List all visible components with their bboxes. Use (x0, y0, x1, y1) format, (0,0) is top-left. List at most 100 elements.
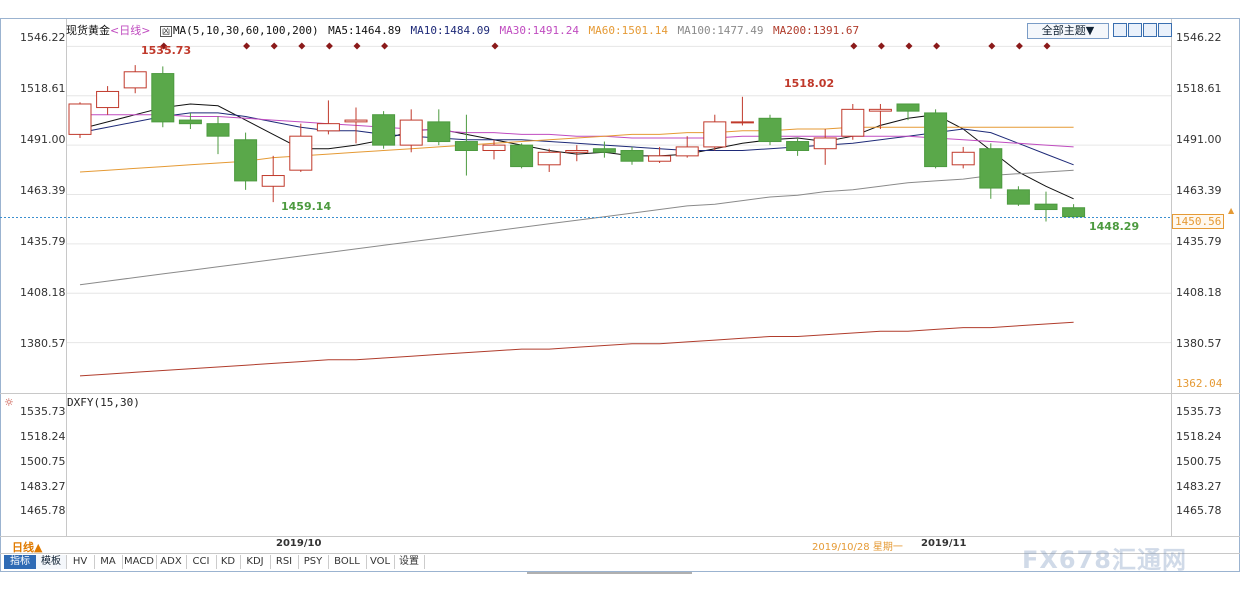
indicator-tab[interactable]: VOL (366, 555, 395, 569)
candle-body (234, 139, 258, 182)
y-tick-left: 1518.61 (20, 82, 66, 95)
sub-y-tick-right: 1518.24 (1176, 430, 1222, 443)
y-tick-right: 1518.61 (1176, 82, 1222, 95)
candle-body (675, 146, 699, 157)
peak-annotation: 1518.02 (784, 77, 835, 90)
indicator-tab[interactable]: BOLL (328, 555, 367, 569)
event-marker (353, 42, 361, 50)
low2-annotation: 1448.29 (1089, 220, 1140, 233)
chart-border (0, 18, 1240, 572)
indicator-tab[interactable]: 指标 (4, 555, 37, 569)
ma-line-ma200 (79, 321, 1074, 377)
candle-body (151, 73, 175, 123)
candle-body (482, 144, 506, 151)
candle-body (289, 135, 313, 171)
indicator-tab[interactable]: HV (66, 555, 95, 569)
indicator-tab[interactable]: MACD (122, 555, 157, 569)
event-marker (988, 42, 996, 50)
candle-body (703, 121, 727, 148)
crosshair-icon[interactable] (1113, 23, 1127, 37)
indicator-tab[interactable]: 模板 (36, 555, 67, 569)
candle-body (813, 137, 837, 150)
candle-body (261, 175, 285, 187)
candle-body (316, 123, 340, 132)
candle-body (206, 123, 230, 137)
indicator-tab[interactable]: ADX (156, 555, 187, 569)
sub-y-tick-right: 1500.75 (1176, 455, 1222, 468)
candle-body (454, 141, 478, 151)
event-marker (491, 42, 499, 50)
period-tag[interactable]: <日线> (110, 24, 150, 37)
watermark: FX678汇通网 (1022, 546, 1187, 574)
y-tick-right: 1380.57 (1176, 337, 1222, 350)
candle-body (427, 121, 451, 143)
indicator-tab[interactable]: CCI (186, 555, 217, 569)
indicator-tab[interactable]: RSI (270, 555, 299, 569)
candle-body (592, 148, 616, 153)
ma-toggle-icon[interactable]: 凶 (159, 26, 172, 37)
event-marker (325, 42, 333, 50)
candle-body (510, 144, 534, 168)
indicator-tab[interactable]: 设置 (394, 555, 425, 569)
ma-line-ma100 (79, 169, 1074, 286)
x-label-oct: 2019/10 (276, 538, 322, 549)
low-annotation: 1459.14 (281, 200, 332, 213)
ma60-value: MA60:1501.14 (588, 24, 668, 37)
event-marker (270, 42, 278, 50)
candle-body (565, 149, 589, 153)
grid (67, 45, 1171, 344)
fullscreen-icon[interactable] (1158, 23, 1172, 37)
export-icon[interactable] (1143, 23, 1157, 37)
period-button[interactable]: 日线▲ (12, 539, 42, 555)
price-arrow-icon: ▲ (1228, 206, 1235, 215)
candle-body (758, 117, 782, 143)
indicator-tab[interactable]: KD (216, 555, 241, 569)
sub-y-tick-left: 1535.73 (20, 405, 66, 418)
y-tick-right: 1463.39 (1176, 184, 1222, 197)
indicator-tab[interactable]: PSY (298, 555, 329, 569)
event-marker (243, 42, 251, 50)
sub-y-tick-left: 1500.75 (20, 455, 66, 468)
event-marker (1043, 42, 1051, 50)
current-price-label: 1450.56 (1172, 214, 1225, 229)
ma10-value: MA10:1484.09 (410, 24, 490, 37)
candle-body (1062, 207, 1086, 218)
ma-params: MA(5,10,30,60,100,200) (172, 24, 319, 37)
indicator-tab[interactable]: KDJ (240, 555, 271, 569)
candle-body (68, 103, 92, 135)
y-tick-left: 1491.00 (20, 133, 66, 146)
event-marker (298, 42, 306, 50)
y-tick-left: 1435.79 (20, 235, 66, 248)
low-range-label: 1362.04 (1176, 377, 1223, 390)
event-marker (1015, 42, 1023, 50)
sub-y-tick-left: 1518.24 (20, 430, 66, 443)
y-tick-right: 1408.18 (1176, 286, 1222, 299)
sub-y-tick-right: 1535.73 (1176, 405, 1222, 418)
candle-body (896, 103, 920, 112)
candle-body (178, 119, 202, 125)
symbol-name: 现货黄金 (66, 24, 110, 37)
crosshair-date: 2019/10/28 星期一 (812, 542, 903, 553)
candle-body (537, 151, 561, 166)
sub-y-tick-left: 1465.78 (20, 504, 66, 517)
y-tick-left: 1380.57 (20, 337, 66, 350)
ma200-value: MA200:1391.67 (773, 24, 860, 37)
chart-header: 现货黄金<日线> 凶 MA(5,10,30,60,100,200) MA5:146… (66, 22, 865, 38)
x-label-nov: 2019/11 (921, 538, 967, 549)
indicator-tab[interactable]: MA (94, 555, 123, 569)
settings-gear-icon[interactable]: ☼ (4, 396, 14, 409)
candle-body (620, 149, 644, 162)
layout-icon[interactable] (1128, 23, 1142, 37)
ma5-value: MA5:1464.89 (328, 24, 401, 37)
candle-body (951, 151, 975, 166)
event-marker (381, 42, 389, 50)
candle-body (344, 119, 368, 123)
candle-body (868, 108, 892, 112)
candle-body (786, 141, 810, 151)
candle-body (123, 71, 147, 89)
y-tick-left: 1408.18 (20, 286, 66, 299)
chart-canvas (0, 18, 1240, 574)
candle-body (96, 90, 120, 109)
candle-body (1034, 203, 1058, 211)
theme-dropdown-button[interactable]: 全部主题▼ (1027, 23, 1109, 39)
